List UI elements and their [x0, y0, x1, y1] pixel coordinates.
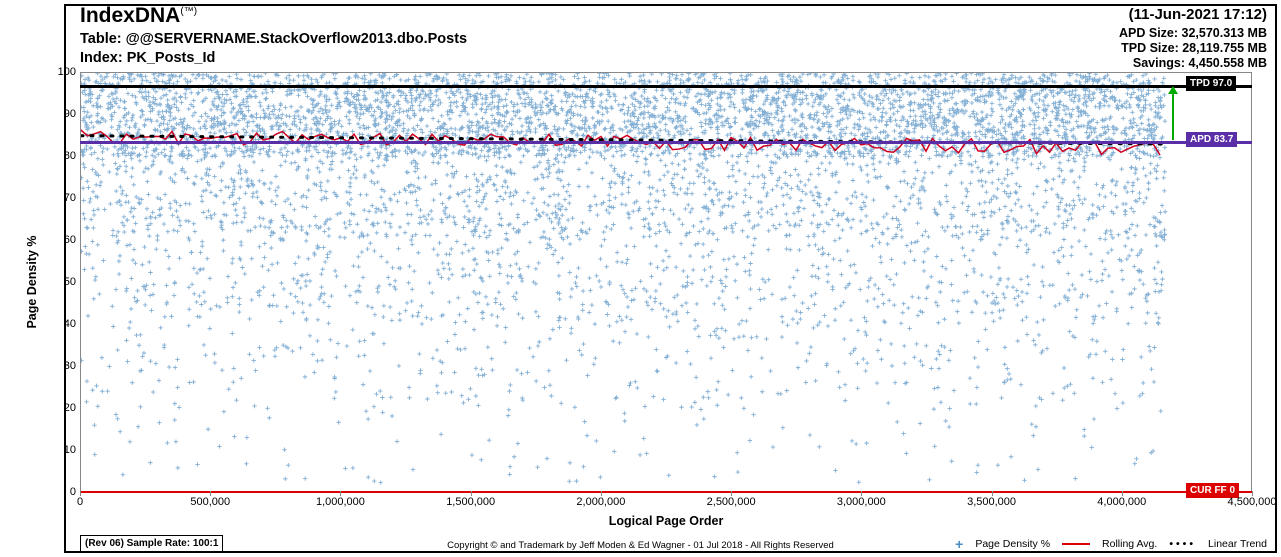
x-tick-mark [80, 491, 81, 496]
x-tick-mark [992, 491, 993, 496]
y-tick: 90 [64, 108, 76, 120]
y-tick: 20 [64, 402, 76, 414]
legend-density: Page Density % [975, 538, 1050, 550]
x-tick: 2,000,000 [576, 496, 625, 508]
savings-arrow-head [1168, 86, 1178, 94]
revision-badge: (Rev 06) Sample Rate: 100:1 [80, 535, 223, 552]
y-tick: 50 [64, 276, 76, 288]
y-tick: 10 [64, 444, 76, 456]
y-axis-label: Page Density % [25, 235, 39, 328]
y-tick: 60 [64, 234, 76, 246]
tpd-line [80, 85, 1252, 88]
x-tick: 3,500,000 [967, 496, 1016, 508]
legend-trend: Linear Trend [1208, 538, 1267, 550]
x-tick-mark [861, 491, 862, 496]
x-tick-mark [340, 491, 341, 496]
copyright: Copyright © and Trademark by Jeff Moden … [447, 540, 834, 551]
apd-badge: APD 83.7 [1186, 132, 1237, 147]
x-tick: 1,000,000 [316, 496, 365, 508]
y-tick: 40 [64, 318, 76, 330]
y-tick: 80 [64, 150, 76, 162]
x-tick-mark [1252, 491, 1253, 496]
x-tick-mark [731, 491, 732, 496]
title-text: IndexDNA [80, 4, 180, 27]
plot-area [80, 72, 1252, 492]
legend-rolling: Rolling Avg. [1102, 538, 1157, 550]
y-tick: 100 [58, 66, 76, 78]
savings-arrow-stem [1172, 92, 1174, 140]
cur-ff-line [80, 491, 1252, 493]
legend: + Page Density % Rolling Avg. •••• Linea… [955, 536, 1267, 552]
table-label: Table: @@SERVERNAME.StackOverflow2013.db… [80, 31, 467, 47]
y-tick: 0 [70, 486, 76, 498]
x-tick: 4,000,000 [1097, 496, 1146, 508]
timestamp: (11-Jun-2021 17:12) [1129, 6, 1267, 23]
savings: Savings: 4,450.558 MB [1133, 56, 1267, 70]
x-tick-mark [210, 491, 211, 496]
x-tick: 0 [77, 496, 83, 508]
x-tick: 1,500,000 [446, 496, 495, 508]
apd-size: APD Size: 32,570.313 MB [1119, 26, 1267, 40]
legend-marker-plus: + [955, 536, 963, 552]
x-tick: 500,000 [190, 496, 230, 508]
x-tick: 3,000,000 [837, 496, 886, 508]
y-tick: 70 [64, 192, 76, 204]
x-tick: 2,500,000 [707, 496, 756, 508]
index-label: Index: PK_Posts_Id [80, 50, 215, 66]
tpd-badge: TPD 97.0 [1186, 76, 1236, 91]
x-tick-mark [1122, 491, 1123, 496]
tpd-size: TPD Size: 28,119.755 MB [1121, 41, 1267, 55]
legend-marker-dots: •••• [1169, 538, 1196, 550]
x-axis-label: Logical Page Order [609, 514, 724, 528]
legend-marker-line [1062, 543, 1090, 545]
y-tick: 30 [64, 360, 76, 372]
trademark: (™) [180, 6, 197, 17]
x-tick-mark [601, 491, 602, 496]
x-tick: 4,500,000 [1228, 496, 1277, 508]
scatter-layer [81, 73, 1251, 491]
x-tick-mark [471, 491, 472, 496]
chart-title: IndexDNA(™) [80, 4, 197, 28]
apd-line [80, 141, 1252, 144]
